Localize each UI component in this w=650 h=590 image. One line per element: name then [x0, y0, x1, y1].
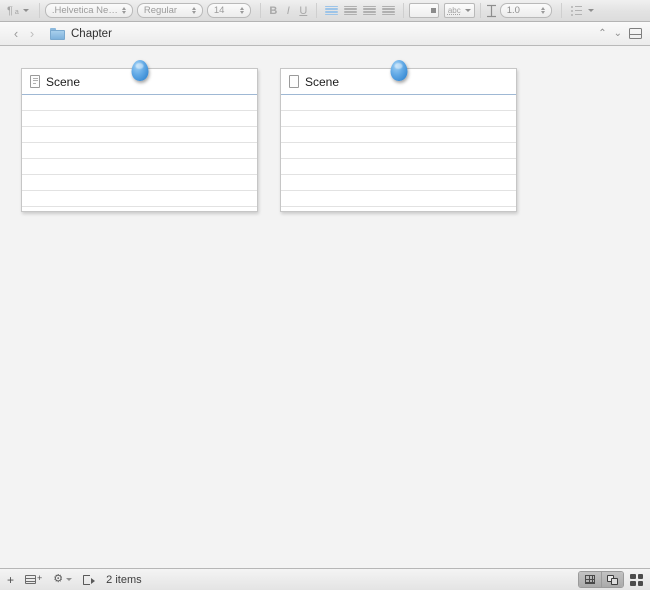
index-card-container: Scene [280, 60, 517, 212]
index-card-title[interactable]: Scene [46, 75, 80, 89]
chevron-down-icon [464, 9, 471, 12]
pushpin-icon[interactable] [131, 60, 148, 82]
italic-button[interactable]: I [281, 3, 296, 19]
navigation-bar: ‹ › Chapter ⌃ ⌄ [0, 22, 650, 46]
navigation-bar-right-controls: ⌃ ⌄ [598, 28, 642, 39]
toolbar-divider [259, 3, 261, 18]
index-card[interactable]: Scene [280, 68, 517, 212]
bulleted-list-icon [570, 5, 583, 16]
font-family-stepper-icon[interactable] [118, 4, 130, 17]
export-icon [83, 574, 96, 585]
line-spacing-stepper-icon[interactable] [537, 4, 549, 17]
text-style-group: B I U [266, 0, 311, 21]
item-count-label: 2 items [106, 573, 142, 586]
view-mode-grid-button[interactable] [630, 573, 643, 586]
paragraph-style-button[interactable]: ¶ a [4, 5, 34, 17]
stack-icon [25, 575, 37, 584]
corkboard-canvas[interactable]: Scene Scene [0, 46, 650, 568]
toolbar-divider [38, 3, 40, 18]
next-document-button[interactable]: ⌄ [614, 28, 622, 39]
scrivener-corkboard-window: ¶ a .Helvetica Neue... Regular 14 B I U [0, 0, 650, 590]
align-right-button[interactable] [362, 5, 377, 17]
document-lined-icon [30, 75, 40, 88]
font-size-select[interactable]: 14 [206, 3, 251, 18]
toolbar-divider [315, 3, 317, 18]
font-family-select[interactable]: .Helvetica Neue... [44, 3, 133, 18]
index-card-body[interactable] [22, 95, 257, 211]
spellcheck-label: abc [447, 6, 461, 15]
italic-label: I [286, 4, 290, 17]
chevron-down-icon [66, 578, 73, 581]
index-card-container: Scene [21, 60, 258, 212]
forward-button[interactable]: › [24, 27, 40, 40]
underline-label: U [299, 4, 308, 17]
font-controls-group: .Helvetica Neue... Regular 14 [44, 0, 255, 21]
settings-button[interactable]: ⚙ [53, 573, 73, 585]
view-mode-outline-button[interactable] [579, 572, 601, 587]
add-item-button[interactable]: + [7, 574, 14, 586]
line-spacing-group: 1.0 [486, 0, 556, 21]
corkboard-icon [607, 574, 618, 585]
index-card[interactable]: Scene [21, 68, 258, 212]
add-folder-button[interactable]: + [25, 573, 43, 584]
font-size-value: 14 [213, 5, 225, 16]
line-spacing-input[interactable]: 1.0 [499, 3, 552, 18]
font-style-value: Regular [143, 5, 178, 16]
list-style-button[interactable] [570, 5, 594, 16]
paragraph-style-sub-label: a [14, 9, 19, 16]
align-center-button[interactable] [343, 5, 358, 17]
chevron-down-icon [22, 9, 29, 12]
spellcheck-button[interactable]: abc [443, 3, 475, 18]
plus-icon: + [7, 572, 15, 587]
underline-button[interactable]: U [296, 3, 311, 19]
previous-document-button[interactable]: ⌃ [598, 28, 606, 39]
grid-icon [585, 575, 595, 584]
font-style-stepper-icon[interactable] [188, 4, 200, 17]
format-toolbar: ¶ a .Helvetica Neue... Regular 14 B I U [0, 0, 650, 22]
index-card-body[interactable] [281, 95, 516, 211]
text-color-well[interactable] [408, 3, 439, 18]
index-card-title[interactable]: Scene [305, 75, 339, 89]
line-spacing-value: 1.0 [506, 5, 520, 16]
pushpin-icon[interactable] [390, 60, 407, 82]
back-button[interactable]: ‹ [8, 27, 24, 40]
view-mode-controls [578, 571, 643, 588]
document-blank-icon [289, 75, 299, 88]
toolbar-divider [479, 3, 481, 18]
breadcrumb: Chapter [71, 27, 112, 40]
export-button[interactable] [83, 574, 96, 585]
align-left-button[interactable] [324, 5, 339, 17]
folder-icon [50, 27, 65, 40]
card-list: Scene Scene [21, 60, 517, 212]
color-swatch-icon [430, 8, 436, 13]
chevron-down-icon [587, 9, 594, 12]
pilcrow-icon: ¶ [7, 4, 13, 17]
view-mode-segmented-control [578, 571, 624, 588]
font-size-stepper-icon[interactable] [236, 4, 248, 17]
bold-button[interactable]: B [266, 3, 281, 19]
status-bar: + + ⚙ 2 items [0, 568, 650, 590]
alignment-group [322, 0, 398, 21]
split-view-icon[interactable] [629, 28, 642, 39]
gear-icon: ⚙ [53, 573, 64, 585]
toolbar-divider [402, 3, 404, 18]
plus-icon: + [37, 573, 43, 583]
toolbar-divider [560, 3, 562, 18]
font-family-value: .Helvetica Neue... [51, 5, 118, 16]
view-mode-corkboard-button[interactable] [601, 572, 623, 587]
bold-label: B [269, 4, 278, 17]
align-justify-button[interactable] [381, 5, 396, 17]
line-spacing-icon [486, 4, 497, 18]
font-style-select[interactable]: Regular [136, 3, 203, 18]
